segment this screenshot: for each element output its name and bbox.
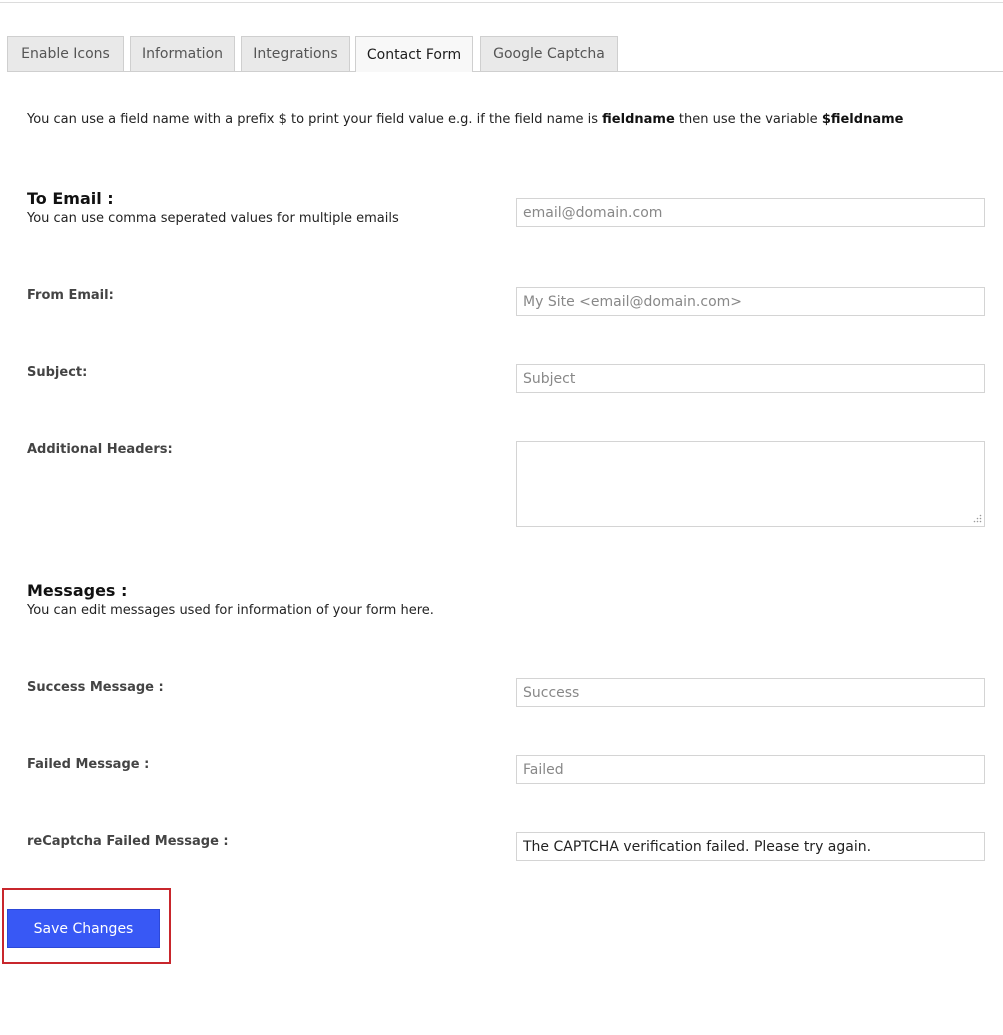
messages-title: Messages : — [27, 581, 128, 600]
success-message-input[interactable] — [516, 678, 985, 707]
intro-fieldname: fieldname — [602, 112, 675, 127]
tab-contact-form[interactable]: Contact Form — [355, 36, 473, 72]
from-email-label: From Email: — [27, 288, 114, 303]
intro-variable: $fieldname — [821, 112, 904, 127]
additional-headers-textarea[interactable] — [516, 441, 985, 527]
success-message-label: Success Message : — [27, 680, 164, 695]
intro-prefix: You can use a field name with a prefix $… — [27, 112, 603, 127]
additional-headers-label: Additional Headers: — [27, 442, 173, 457]
tab-bar: Enable Icons Information Integrations Co… — [7, 36, 1003, 72]
recaptcha-failed-message-label: reCaptcha Failed Message : — [27, 834, 229, 849]
to-email-description: You can use comma seperated values for m… — [27, 211, 399, 226]
intro-middle: then use the variable — [674, 112, 822, 127]
subject-input[interactable] — [516, 364, 985, 393]
tab-google-captcha[interactable]: Google Captcha — [480, 36, 618, 71]
recaptcha-failed-message-input[interactable] — [516, 832, 985, 861]
from-email-input[interactable] — [516, 287, 985, 316]
failed-message-label: Failed Message : — [27, 757, 150, 772]
failed-message-input[interactable] — [516, 755, 985, 784]
tab-enable-icons[interactable]: Enable Icons — [7, 36, 124, 71]
save-changes-button[interactable]: Save Changes — [7, 909, 160, 948]
resize-grip-icon[interactable] — [972, 514, 982, 524]
top-divider — [0, 2, 1003, 3]
to-email-title: To Email : — [27, 189, 114, 208]
intro-text: You can use a field name with a prefix $… — [27, 112, 903, 127]
tab-information[interactable]: Information — [130, 36, 235, 71]
messages-description: You can edit messages used for informati… — [27, 603, 434, 618]
subject-label: Subject: — [27, 365, 88, 380]
to-email-input[interactable] — [516, 198, 985, 227]
tab-integrations[interactable]: Integrations — [241, 36, 350, 71]
